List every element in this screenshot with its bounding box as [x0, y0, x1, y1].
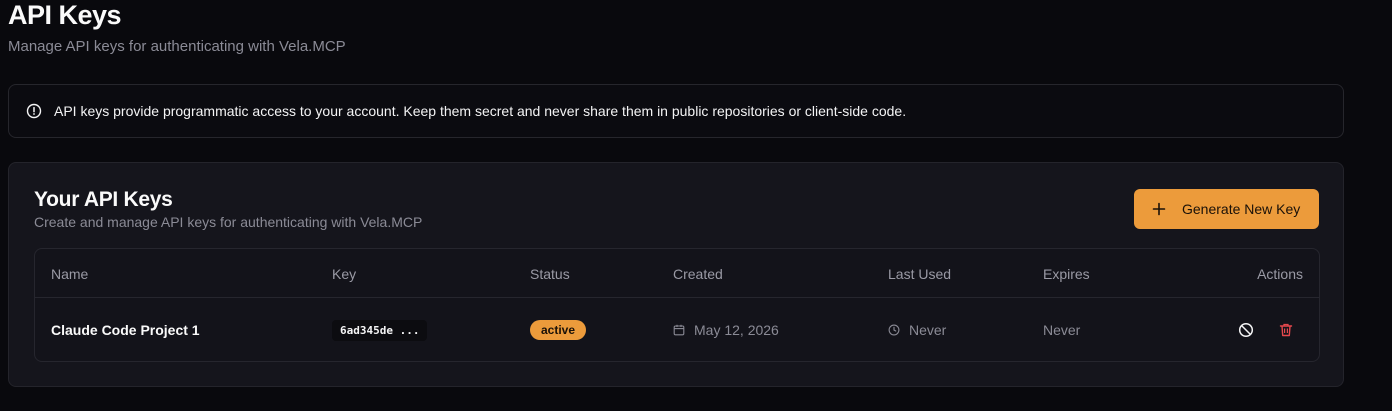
column-header-last-used: Last Used	[888, 266, 952, 282]
delete-key-button[interactable]	[1276, 320, 1296, 340]
api-keys-table: Name Key Status Created Last Used Expire…	[34, 248, 1320, 362]
column-header-status: Status	[530, 266, 570, 282]
page-title: API Keys	[8, 0, 122, 30]
column-header-key: Key	[332, 266, 357, 282]
key-name: Claude Code Project 1	[51, 322, 200, 338]
security-alert: API keys provide programmatic access to …	[8, 84, 1344, 138]
generate-new-key-button[interactable]: Generate New Key	[1134, 189, 1319, 229]
page-subtitle: Manage API keys for authenticating with …	[8, 38, 346, 55]
key-value: 6ad345de ...	[332, 319, 428, 341]
column-header-expires: Expires	[1043, 266, 1090, 282]
card-subtitle: Create and manage API keys for authentic…	[34, 214, 423, 230]
last-used-value: Never	[909, 322, 947, 338]
plus-icon	[1152, 202, 1166, 216]
clock-icon	[888, 324, 900, 336]
alert-text: API keys provide programmatic access to …	[54, 103, 907, 119]
column-header-name: Name	[51, 266, 89, 282]
status-badge: active	[530, 320, 587, 340]
table-row: Claude Code Project 1 6ad345de ... activ…	[35, 298, 1319, 362]
trash-icon	[1279, 323, 1293, 337]
created-date: May 12, 2026	[694, 322, 779, 338]
card-title: Your API Keys	[34, 188, 173, 211]
revoke-key-button[interactable]	[1236, 320, 1256, 340]
table-header: Name Key Status Created Last Used Expire…	[35, 249, 1319, 298]
column-header-actions: Actions	[1257, 266, 1303, 282]
api-keys-card: Your API Keys Create and manage API keys…	[8, 162, 1344, 387]
expires-value: Never	[1043, 322, 1081, 338]
generate-new-key-label: Generate New Key	[1182, 201, 1301, 217]
column-header-created: Created	[673, 266, 723, 282]
info-circle-icon	[26, 103, 42, 119]
calendar-icon	[673, 324, 685, 336]
ban-icon	[1238, 322, 1254, 338]
